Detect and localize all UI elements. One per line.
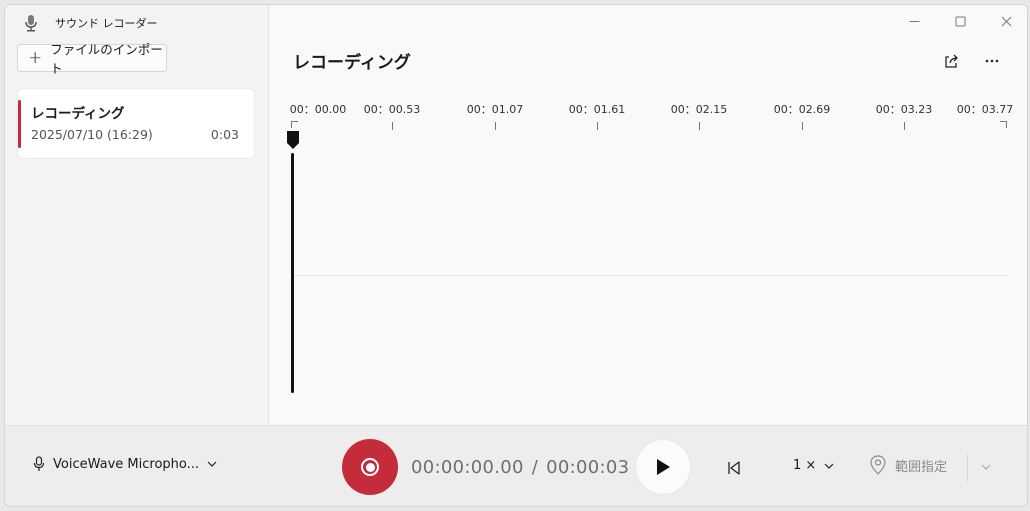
timeline-tick-label: 00：03.23 bbox=[875, 103, 933, 116]
play-icon bbox=[657, 459, 670, 475]
selected-indicator bbox=[18, 100, 21, 148]
timeline-tick-mark bbox=[597, 122, 598, 130]
chevron-down-icon bbox=[981, 464, 991, 470]
record-button[interactable] bbox=[342, 439, 398, 495]
timeline-tick-label: 00：00.53 bbox=[363, 103, 421, 116]
app-window: サウンド レコーダー + ファイルのインポート レコーディング 2025/07/… bbox=[4, 4, 1028, 507]
time-display: 00:00:00.00 / 00:00:03 bbox=[411, 457, 629, 478]
timeline-tick-label: 00：03.77 bbox=[956, 103, 1014, 116]
plus-icon: + bbox=[28, 47, 43, 68]
marker-label: 範囲指定 bbox=[895, 459, 948, 475]
recording-list-item[interactable]: レコーディング 2025/07/10 (16:29) 0:03 bbox=[17, 88, 255, 159]
timeline-tick-label: 00：00.00 bbox=[289, 103, 347, 116]
main-panel: レコーディング 00：00.00 00：00.53 00：01.07 00：01.61… bbox=[269, 5, 1027, 425]
time-separator: / bbox=[531, 457, 539, 478]
add-marker-button[interactable]: 範囲指定 bbox=[869, 454, 947, 476]
timeline-tick-mark bbox=[699, 122, 700, 130]
timeline-start-bracket bbox=[291, 121, 298, 128]
sidebar: サウンド レコーダー + ファイルのインポート レコーディング 2025/07/… bbox=[5, 5, 269, 425]
waveform-baseline bbox=[291, 275, 1007, 276]
timeline-tick-mark bbox=[392, 122, 393, 130]
minimize-button[interactable] bbox=[891, 5, 937, 37]
skip-to-start-button[interactable] bbox=[720, 454, 748, 482]
skip-back-icon bbox=[728, 461, 740, 475]
maximize-icon bbox=[955, 16, 965, 26]
playhead[interactable] bbox=[291, 153, 294, 393]
minimize-icon bbox=[909, 20, 919, 22]
timeline-tick-label: 00：02.15 bbox=[670, 103, 728, 116]
playback-bar: VoiceWave Micropho... 00:00:00.00/00:00:… bbox=[5, 425, 1027, 506]
play-button[interactable] bbox=[635, 439, 691, 495]
app-title: サウンド レコーダー bbox=[55, 17, 158, 30]
title-bar: サウンド レコーダー bbox=[23, 11, 158, 35]
close-icon bbox=[1001, 16, 1011, 26]
chevron-down-icon bbox=[207, 461, 217, 467]
recording-date: 2025/07/10 (16:29) bbox=[31, 127, 153, 142]
timeline-ruler[interactable]: 00：00.00 00：00.53 00：01.07 00：01.61 00：02.15… bbox=[289, 101, 1013, 141]
timeline-tick-mark bbox=[495, 122, 496, 130]
speed-label: 1 × bbox=[793, 458, 817, 473]
marker-dropdown-button[interactable] bbox=[977, 458, 995, 476]
timeline-tick-mark bbox=[802, 122, 803, 130]
microphone-label: VoiceWave Micropho... bbox=[53, 456, 200, 472]
share-icon bbox=[945, 54, 958, 68]
divider bbox=[967, 454, 968, 482]
import-file-button[interactable]: + ファイルのインポート bbox=[17, 42, 167, 76]
microphone-icon bbox=[33, 456, 45, 471]
current-time: 00:00:00.00 bbox=[411, 457, 524, 478]
close-button[interactable] bbox=[983, 5, 1027, 37]
playback-speed-selector[interactable]: 1 × bbox=[793, 458, 834, 473]
timeline-tick-label: 00：01.61 bbox=[568, 103, 626, 116]
import-file-label: ファイルのインポート bbox=[50, 42, 163, 76]
chevron-down-icon bbox=[824, 463, 834, 469]
playhead-handle-icon[interactable] bbox=[287, 131, 299, 149]
timeline-tick-mark bbox=[904, 122, 905, 130]
timeline-tick-label: 00：02.69 bbox=[773, 103, 831, 116]
window-controls bbox=[891, 5, 1027, 37]
timeline-tick-label: 00：01.07 bbox=[466, 103, 524, 116]
more-icon bbox=[985, 59, 999, 63]
recording-name: レコーディング bbox=[31, 106, 125, 122]
record-icon bbox=[361, 458, 379, 476]
maximize-button[interactable] bbox=[937, 5, 983, 37]
waveform-area[interactable] bbox=[287, 131, 1007, 405]
page-title: レコーディング bbox=[293, 53, 411, 73]
share-button[interactable] bbox=[937, 47, 965, 75]
timeline-end-bracket bbox=[1000, 121, 1007, 128]
microphone-app-icon bbox=[23, 14, 39, 32]
recording-duration: 0:03 bbox=[210, 127, 239, 142]
location-pin-icon bbox=[870, 455, 886, 475]
more-options-button[interactable] bbox=[978, 47, 1006, 75]
microphone-selector[interactable]: VoiceWave Micropho... bbox=[33, 456, 217, 472]
total-time: 00:00:03 bbox=[546, 457, 630, 478]
